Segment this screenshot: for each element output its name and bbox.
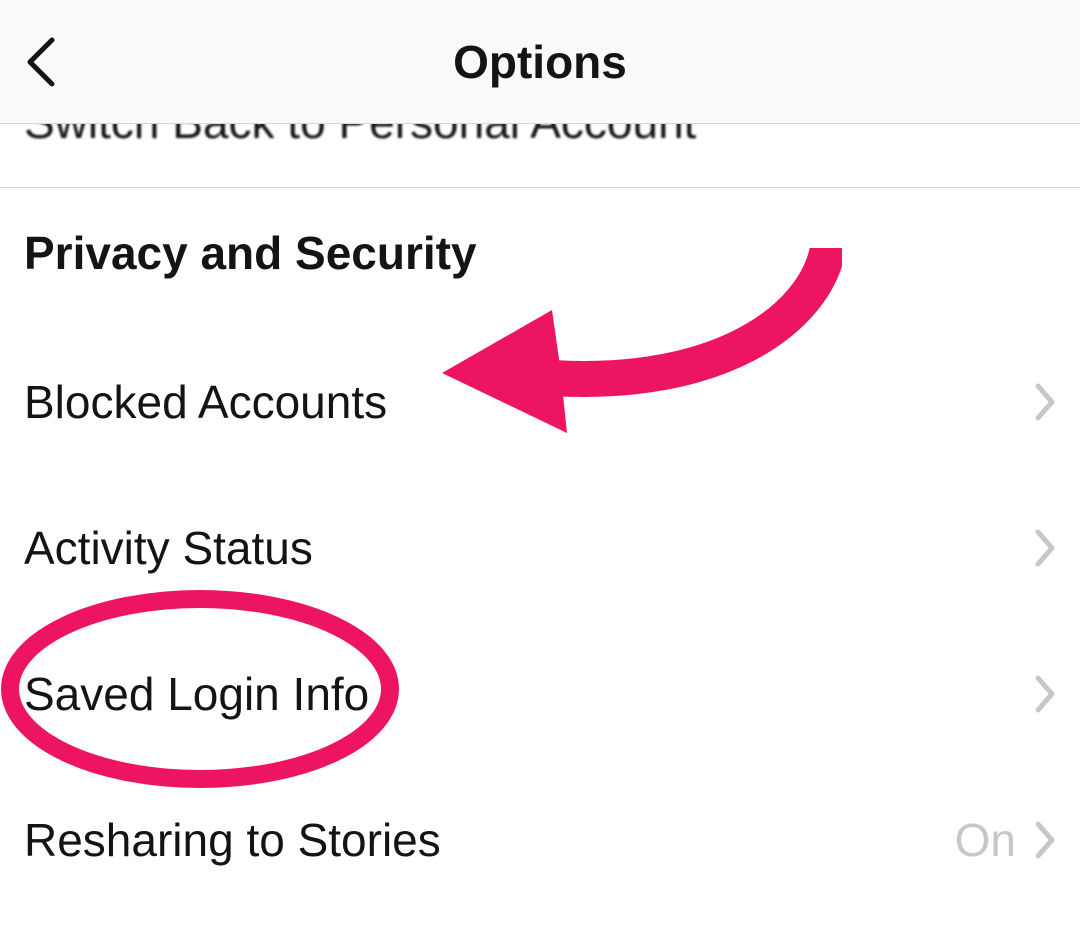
page-title: Options <box>453 35 627 89</box>
back-button[interactable] <box>22 0 62 123</box>
list-item-resharing-to-stories[interactable]: Resharing to Stories On <box>0 810 1080 870</box>
list-item-blocked-accounts[interactable]: Blocked Accounts <box>0 372 1080 432</box>
list-item-label: Switch Back to Personal Account <box>24 124 696 148</box>
nav-bar: Options <box>0 0 1080 124</box>
content-area[interactable]: Switch Back to Personal Account Privacy … <box>0 124 1080 926</box>
list-item-label: Blocked Accounts <box>24 375 387 429</box>
list-item-label: Saved Login Info <box>24 667 369 721</box>
list-item-activity-status[interactable]: Activity Status <box>0 518 1080 578</box>
chevron-right-icon <box>1034 528 1056 568</box>
section-header-privacy: Privacy and Security <box>24 226 477 280</box>
chevron-left-icon <box>22 32 62 92</box>
chevron-right-icon <box>1034 382 1056 422</box>
list-item-label: Resharing to Stories <box>24 813 441 867</box>
list-item[interactable]: Switch Back to Personal Account <box>24 124 696 149</box>
list-item-value: On <box>955 813 1016 867</box>
chevron-right-icon <box>1034 674 1056 714</box>
list-item-label: Activity Status <box>24 521 313 575</box>
chevron-right-icon <box>1034 820 1056 860</box>
list-item-saved-login-info[interactable]: Saved Login Info <box>0 664 1080 724</box>
divider <box>0 187 1080 188</box>
